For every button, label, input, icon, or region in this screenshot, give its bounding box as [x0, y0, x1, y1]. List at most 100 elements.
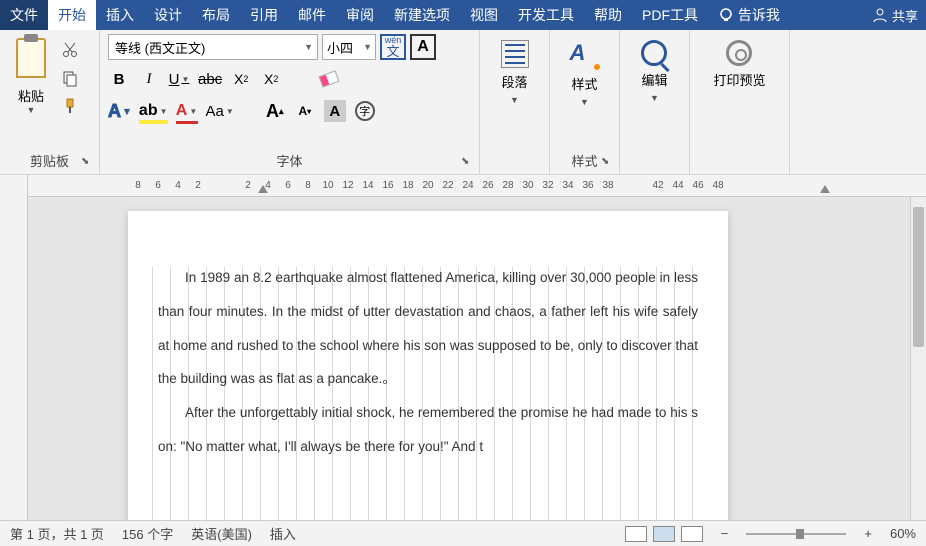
ruler-tick: 12 [338, 180, 358, 191]
brush-icon [61, 97, 79, 115]
status-page[interactable]: 第 1 页，共 1 页 [10, 524, 104, 543]
view-read-button[interactable] [625, 526, 647, 542]
font-size-value: 小四 [327, 38, 353, 57]
font-size-combo[interactable]: 小四 ▼ [322, 34, 376, 60]
tab-review[interactable]: 审阅 [336, 0, 384, 30]
ruler-tick: 8 [128, 180, 148, 191]
underline-button[interactable]: U▼ [168, 68, 190, 90]
styles-btn-label: 样式 [571, 74, 597, 93]
styles-button[interactable]: A 样式 ▼ [570, 34, 600, 107]
paragraph-2[interactable]: After the unforgettably initial shock, h… [158, 396, 698, 464]
ribbon: 粘贴 ▼ 剪贴板 ⬊ 等线 (西文正文) ▼ 小四 ▼ wén 文 [0, 30, 926, 175]
status-language[interactable]: 英语(美国) [191, 524, 252, 543]
ruler-tick: 2 [238, 180, 258, 191]
ruler-tick: 10 [318, 180, 338, 191]
share-button[interactable]: 共享 [864, 0, 926, 30]
view-mode-buttons [625, 526, 703, 542]
search-icon [641, 40, 667, 66]
share-label: 共享 [892, 6, 918, 25]
tab-developer[interactable]: 开发工具 [508, 0, 584, 30]
tab-file[interactable]: 文件 [0, 0, 48, 30]
tab-design[interactable]: 设计 [144, 0, 192, 30]
clipboard-icon [16, 38, 46, 78]
superscript-button[interactable]: X2 [260, 68, 282, 90]
edit-button[interactable]: 编辑 ▼ [641, 34, 667, 103]
font-color-button[interactable]: A▼ [176, 100, 198, 122]
shrink-font-button[interactable]: A▾ [294, 100, 316, 122]
highlight-button[interactable]: ab▼ [139, 100, 168, 122]
tab-pdf[interactable]: PDF工具 [632, 0, 708, 30]
tell-me[interactable]: 告诉我 [708, 0, 790, 30]
magnifier-icon [726, 40, 752, 66]
text-effects-button[interactable]: A▼ [108, 100, 131, 122]
chevron-down-icon: ▼ [363, 42, 372, 52]
vertical-ruler[interactable] [0, 175, 28, 520]
italic-button[interactable]: I [138, 68, 160, 90]
chevron-down-icon: ▼ [650, 93, 659, 103]
document-text[interactable]: In 1989 an 8.2 earthquake almost flatten… [158, 261, 698, 464]
print-preview-button[interactable]: 打印预览 [713, 34, 765, 89]
enclose-char-button[interactable]: 字 [354, 100, 376, 122]
format-painter-button[interactable] [60, 96, 80, 116]
vertical-scrollbar[interactable] [910, 197, 926, 520]
edit-label: 编辑 [641, 70, 667, 89]
ruler-tick: 38 [598, 180, 618, 191]
strikethrough-button[interactable]: abc [198, 68, 222, 90]
tab-insert[interactable]: 插入 [96, 0, 144, 30]
scrollbar-thumb[interactable] [913, 207, 924, 347]
zoom-in-button[interactable]: + [864, 526, 872, 541]
chevron-down-icon: ▼ [226, 107, 234, 116]
paste-button[interactable]: 粘贴 ▼ [8, 34, 54, 149]
tab-view[interactable]: 视图 [460, 0, 508, 30]
char-shading-button[interactable]: A [324, 100, 346, 122]
change-case-button[interactable]: Aa▼ [206, 100, 234, 122]
ruler-tick: 6 [148, 180, 168, 191]
char-border-button[interactable]: A [410, 34, 436, 60]
zoom-out-button[interactable]: − [721, 526, 729, 541]
document-viewport[interactable]: In 1989 an 8.2 earthquake almost flatten… [28, 197, 926, 520]
styles-launcher[interactable]: ⬊ [601, 156, 615, 170]
view-web-button[interactable] [681, 526, 703, 542]
tab-home[interactable]: 开始 [48, 0, 96, 30]
indent-marker[interactable] [258, 185, 268, 193]
font-launcher[interactable]: ⬊ [461, 156, 475, 170]
zoom-value[interactable]: 60% [890, 526, 916, 541]
status-mode[interactable]: 插入 [270, 524, 296, 543]
paragraph-button[interactable]: 段落 ▼ [501, 34, 529, 105]
horizontal-ruler[interactable]: 8 6 4 2 2 4 6 8 10 12 14 16 18 20 22 24 … [28, 175, 926, 197]
copy-icon [61, 69, 79, 87]
tab-layout[interactable]: 布局 [192, 0, 240, 30]
tab-new[interactable]: 新建选项 [384, 0, 460, 30]
clear-format-button[interactable] [318, 68, 340, 90]
chevron-down-icon: ▼ [160, 107, 168, 116]
subscript-button[interactable]: X2 [230, 68, 252, 90]
grow-font-button[interactable]: A▴ [264, 100, 286, 122]
ruler-tick: 22 [438, 180, 458, 191]
group-edit: 编辑 ▼ [620, 30, 690, 174]
view-print-button[interactable] [653, 526, 675, 542]
clipboard-launcher[interactable]: ⬊ [81, 156, 95, 170]
chevron-down-icon: ▼ [510, 95, 519, 105]
person-icon [872, 7, 888, 23]
tab-mailings[interactable]: 邮件 [288, 0, 336, 30]
ruler-tick: 2 [188, 180, 208, 191]
font-name-combo[interactable]: 等线 (西文正文) ▼ [108, 34, 318, 60]
group-clipboard: 粘贴 ▼ 剪贴板 ⬊ [0, 30, 100, 174]
right-indent-marker[interactable] [820, 185, 830, 193]
status-words[interactable]: 156 个字 [122, 524, 173, 543]
paragraph-icon [501, 40, 529, 68]
tab-references[interactable]: 引用 [240, 0, 288, 30]
phonetic-guide-button[interactable]: wén 文 [380, 34, 406, 60]
cut-button[interactable] [60, 40, 80, 60]
paragraph-1[interactable]: In 1989 an 8.2 earthquake almost flatten… [158, 261, 698, 396]
menu-bar: 文件 开始 插入 设计 布局 引用 邮件 审阅 新建选项 视图 开发工具 帮助 … [0, 0, 926, 30]
ruler-tick: 34 [558, 180, 578, 191]
chevron-down-icon: ▼ [27, 105, 36, 115]
tab-help[interactable]: 帮助 [584, 0, 632, 30]
bold-button[interactable]: B [108, 68, 130, 90]
page: In 1989 an 8.2 earthquake almost flatten… [128, 211, 728, 520]
ruler-tick: 16 [378, 180, 398, 191]
copy-button[interactable] [60, 68, 80, 88]
group-styles: A 样式 ▼ 样式 ⬊ [550, 30, 620, 174]
zoom-slider[interactable] [746, 533, 846, 535]
